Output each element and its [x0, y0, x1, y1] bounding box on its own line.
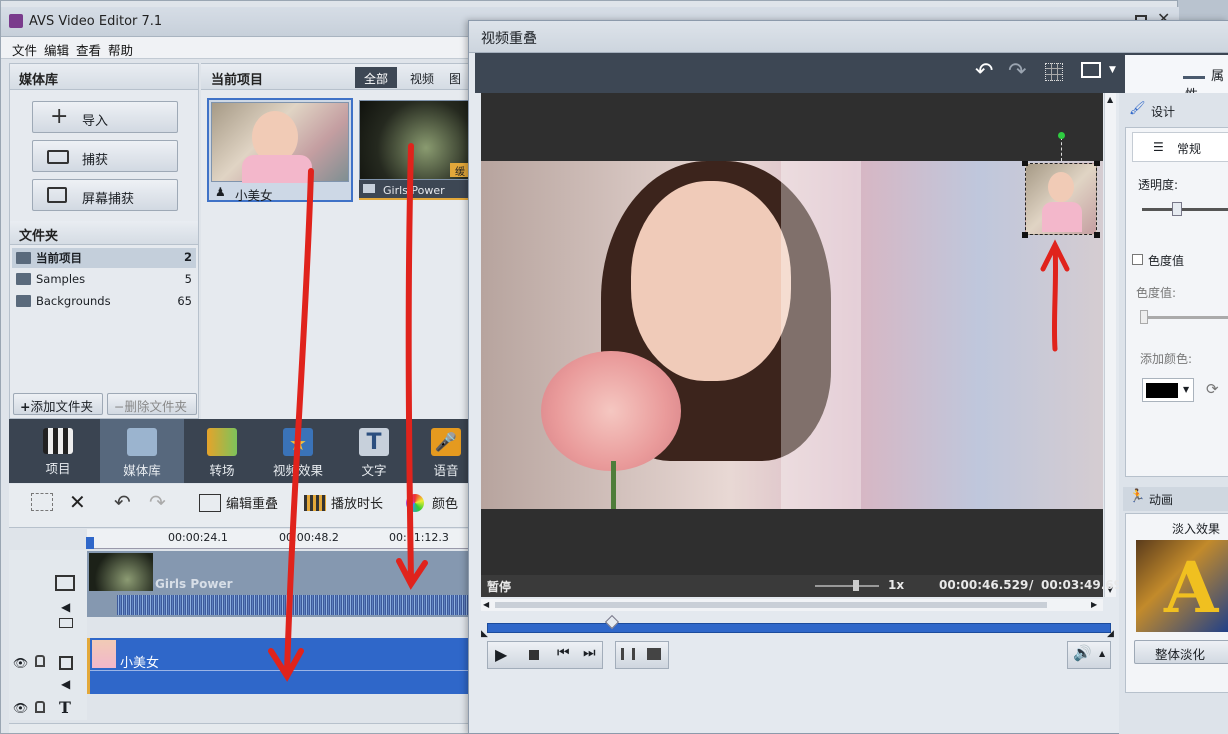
- viewer-scrollbar-horizontal[interactable]: ◀ ▶: [481, 599, 1103, 611]
- animation-header: 🏃 动画: [1123, 487, 1228, 511]
- rose-flower: [541, 351, 681, 471]
- scroll-left-icon[interactable]: ◀: [483, 600, 489, 609]
- scroll-right-icon[interactable]: ▶: [1091, 600, 1097, 609]
- dialog-title-bar: 视频重叠: [469, 21, 1228, 53]
- preview-viewer[interactable]: [481, 93, 1103, 577]
- chroma-checkbox[interactable]: [1132, 254, 1143, 265]
- dialog-toolbar: ↶ ↷ ▼ 属性: [475, 53, 1228, 103]
- speed-slider-thumb[interactable]: [853, 580, 859, 591]
- fade-in-preview[interactable]: A: [1136, 540, 1228, 632]
- resize-handle[interactable]: [1022, 232, 1028, 238]
- animation-label: 动画: [1149, 493, 1174, 507]
- display-mode-icon[interactable]: [1081, 62, 1101, 78]
- veil: [781, 161, 861, 509]
- annotation-arrow-down-left: [268, 168, 314, 682]
- properties-panel: 🖌 设计 ☰ 常规 透明度: 色度值 色度值: 添加颜色: ▼ ⟳ 🏃 动画 淡…: [1119, 93, 1228, 734]
- video-overlay-dialog: 视频重叠 ↶ ↷ ▼ 属性: [468, 20, 1228, 734]
- seek-bar[interactable]: [487, 623, 1111, 633]
- annotation-arrows: [268, 143, 428, 682]
- brush-icon: 🖌: [1129, 101, 1146, 116]
- video-frame: [481, 161, 1103, 509]
- redo-icon[interactable]: ↷: [1008, 59, 1026, 84]
- design-label: 设计: [1151, 105, 1176, 119]
- opacity-slider-thumb[interactable]: [1172, 202, 1182, 216]
- animation-section: 淡入效果 A 整体淡化: [1125, 513, 1228, 693]
- annotation-arrow-up: [1040, 239, 1070, 352]
- previous-frame-icon[interactable]: ⏮: [557, 645, 570, 661]
- opacity-slider[interactable]: [1142, 208, 1228, 211]
- player-state: 暂停: [487, 580, 512, 594]
- next-frame-icon[interactable]: ⏭: [583, 645, 596, 661]
- color-picker[interactable]: ▼: [1142, 378, 1194, 402]
- running-icon: 🏃: [1129, 489, 1146, 504]
- seek-start-marker[interactable]: ◣: [481, 629, 488, 639]
- play-icon[interactable]: ▶: [495, 645, 507, 664]
- undo-icon[interactable]: ↶: [975, 59, 993, 84]
- volume-icon[interactable]: 🔊: [1073, 644, 1092, 662]
- horizontal-scroll-thumb[interactable]: [495, 602, 1047, 608]
- stop-icon[interactable]: [529, 650, 539, 660]
- resize-handle[interactable]: [1094, 161, 1100, 166]
- annotation-arrow-down-right: [396, 143, 428, 590]
- chroma-slider[interactable]: [1142, 316, 1228, 319]
- speed-value: 1x: [888, 578, 905, 592]
- seek-end-marker[interactable]: ◢: [1107, 629, 1114, 639]
- current-time: 00:00:46.529: [939, 578, 1029, 592]
- tab-general[interactable]: ☰ 常规: [1132, 132, 1228, 162]
- chevron-up-icon[interactable]: ▲: [1099, 649, 1105, 658]
- mark-in-icon[interactable]: [621, 648, 635, 660]
- properties-icon: [1183, 67, 1205, 79]
- mark-out-icon[interactable]: [647, 648, 661, 660]
- player-status-bar: 暂停 1x 00:00:46.529 / 00:03:49.690: [481, 575, 1130, 597]
- woman-face: [631, 181, 791, 381]
- overlay-baby-dress: [1042, 202, 1082, 232]
- add-color-label: 添加颜色:: [1140, 352, 1193, 366]
- overlay-image[interactable]: [1025, 163, 1097, 235]
- reset-icon[interactable]: ⟳: [1206, 380, 1219, 398]
- fade-letter-glyph: A: [1164, 546, 1219, 629]
- time-separator: /: [1029, 578, 1034, 592]
- tab-general-label: 常规: [1177, 142, 1202, 156]
- resize-handle[interactable]: [1094, 232, 1100, 238]
- grid-icon[interactable]: [1045, 63, 1063, 81]
- chroma-checkbox-label: 色度值: [1148, 254, 1185, 268]
- chevron-down-icon[interactable]: ▼: [1109, 65, 1116, 75]
- fade-all-label: 整体淡化: [1155, 647, 1206, 662]
- annotation-arrow-up-path: [1040, 239, 1070, 352]
- overlay-baby-face: [1048, 172, 1074, 202]
- list-icon: ☰: [1153, 140, 1164, 154]
- opacity-label: 透明度:: [1138, 178, 1179, 192]
- tab-properties[interactable]: 属性: [1125, 55, 1228, 103]
- fade-all-button[interactable]: 整体淡化: [1134, 640, 1228, 664]
- speed-slider[interactable]: [815, 585, 879, 587]
- chroma-slider-thumb[interactable]: [1140, 310, 1148, 324]
- resize-handle[interactable]: [1022, 161, 1028, 166]
- design-header: 🖌 设计: [1123, 99, 1228, 123]
- dialog-title: 视频重叠: [481, 31, 537, 47]
- fade-in-label: 淡入效果: [1172, 522, 1221, 536]
- rotate-handle[interactable]: [1058, 132, 1065, 139]
- rose-stem: [611, 461, 616, 509]
- rotate-handle-line: [1061, 137, 1062, 161]
- chroma-value-label: 色度值:: [1136, 286, 1177, 300]
- total-time: 00:03:49.690: [1041, 578, 1131, 592]
- chevron-down-icon: ▼: [1183, 385, 1190, 394]
- color-swatch: [1146, 383, 1178, 398]
- design-section: ☰ 常规 透明度: 色度值 色度值: 添加颜色: ▼ ⟳: [1125, 127, 1228, 477]
- viewer-scrollbar-vertical[interactable]: ▲ ▼: [1104, 93, 1116, 597]
- scroll-up-icon[interactable]: ▲: [1107, 95, 1113, 104]
